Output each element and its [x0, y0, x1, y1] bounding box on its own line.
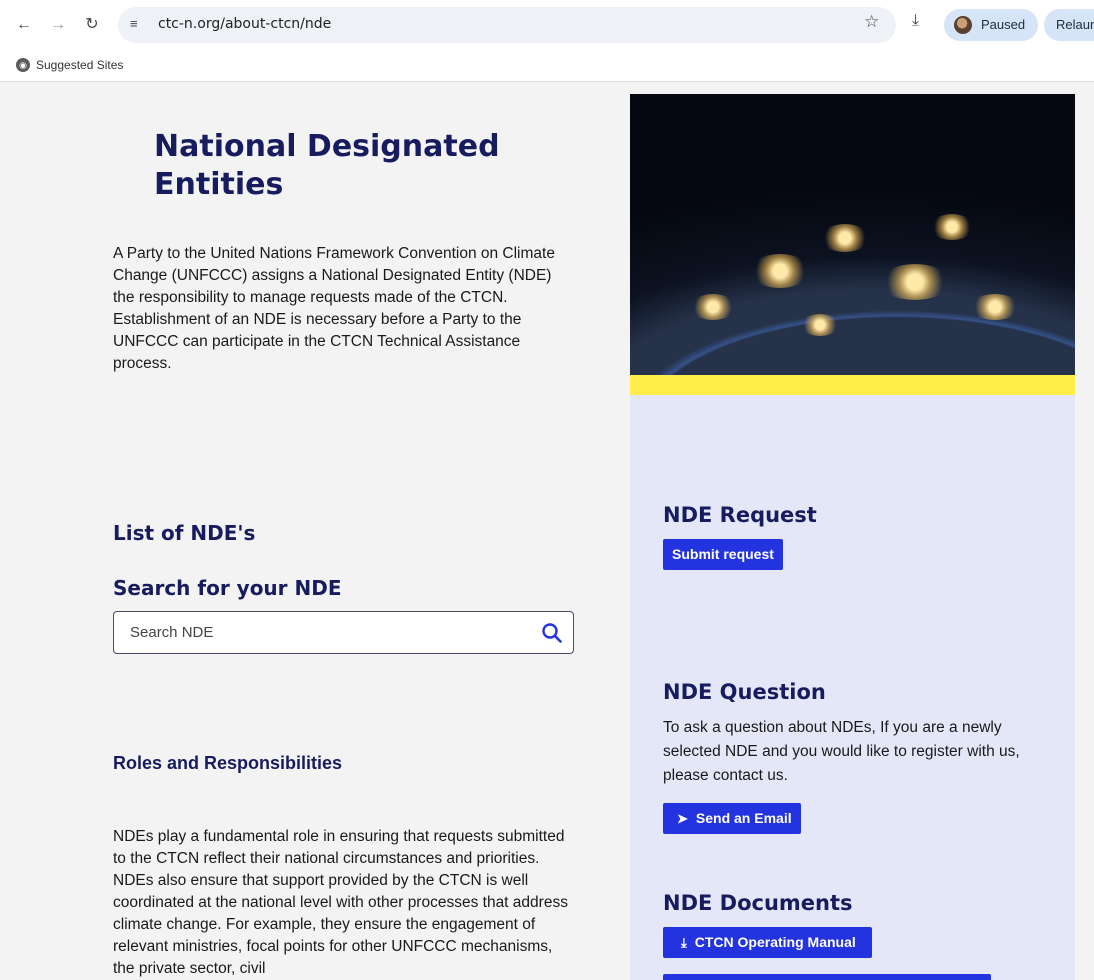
- address-bar[interactable]: ≡ ctc-n.org/about-ctcn/nde: [118, 7, 896, 43]
- send-icon: ➤: [677, 811, 688, 826]
- question-text: To ask a question about NDEs, If you are…: [663, 719, 1020, 784]
- page-content: National Designated Entities A Party to …: [0, 83, 1094, 980]
- send-email-label: Send an Email: [695, 810, 792, 826]
- download-icon: ⤓: [681, 935, 687, 950]
- bookmarks-bar: ◉ Suggested Sites: [0, 50, 1094, 82]
- earth-night-image: [630, 94, 1075, 375]
- bookmark-suggested-sites[interactable]: Suggested Sites: [36, 58, 123, 72]
- relaunch-label: Relaunch: [1056, 17, 1094, 32]
- url-text[interactable]: ctc-n.org/about-ctcn/nde: [158, 16, 331, 32]
- download-icon[interactable]: ⤓: [912, 12, 919, 30]
- intro-paragraph: A Party to the United Nations Framework …: [113, 245, 555, 372]
- bookmark-star-icon[interactable]: ☆: [864, 12, 879, 32]
- roles-paragraph: NDEs play a fundamental role in ensuring…: [113, 828, 568, 977]
- relaunch-button[interactable]: Relaunch: [1044, 9, 1094, 41]
- reload-icon[interactable]: ↻: [80, 13, 104, 37]
- profile-status: Paused: [981, 17, 1026, 32]
- search-icon[interactable]: [541, 622, 563, 644]
- page-title: National Designated Entities: [154, 129, 500, 202]
- back-arrow-icon[interactable]: ←: [12, 13, 36, 37]
- forward-arrow-icon[interactable]: →: [46, 13, 70, 37]
- nde-request-heading: NDE Request: [663, 503, 817, 527]
- accent-bar: [630, 375, 1075, 395]
- search-input[interactable]: [130, 624, 530, 641]
- avatar: [954, 16, 972, 34]
- search-box[interactable]: [113, 611, 574, 654]
- list-heading: List of NDE's: [113, 521, 256, 545]
- nde-question-heading: NDE Question: [663, 680, 826, 704]
- globe-icon: ◉: [16, 58, 30, 72]
- operating-manual-button[interactable]: ⤓ CTCN Operating Manual: [663, 927, 872, 958]
- send-email-button[interactable]: ➤ Send an Email: [663, 803, 801, 834]
- nde-documents-heading: NDE Documents: [663, 891, 853, 915]
- search-heading: Search for your NDE: [113, 576, 342, 600]
- operating-manual-label: CTCN Operating Manual: [694, 934, 856, 950]
- submit-request-button[interactable]: Submit request: [663, 539, 783, 570]
- profile-button[interactable]: Paused: [944, 9, 1038, 41]
- roles-heading: Roles and Responsibilities: [113, 753, 343, 773]
- browser-toolbar: ← → ↻ ≡ ctc-n.org/about-ctcn/nde ☆ ⤓ Pau…: [0, 0, 1094, 50]
- site-settings-icon[interactable]: ≡: [130, 16, 148, 34]
- document-button[interactable]: [663, 974, 991, 980]
- sidebar: NDE Request Submit request NDE Question …: [630, 94, 1075, 980]
